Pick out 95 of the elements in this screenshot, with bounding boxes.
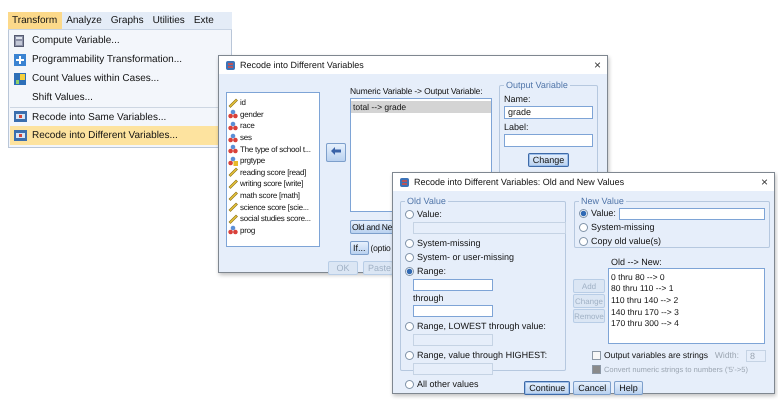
mapping-item[interactable]: 140 thru 170 --> 3	[609, 306, 764, 318]
menu-item[interactable]: Programmability Transformation...	[10, 50, 230, 69]
count-icon	[14, 72, 26, 84]
radio-button[interactable]	[405, 267, 414, 276]
variable-item[interactable]: prgtype	[227, 154, 319, 167]
dialog-button[interactable]: Cancel	[573, 381, 612, 395]
radio-button[interactable]	[405, 239, 414, 248]
calculator-icon	[14, 34, 24, 46]
change-button[interactable]: Change	[528, 153, 570, 167]
option-label: Value:	[591, 208, 616, 219]
variable-item[interactable]: prog	[227, 224, 319, 236]
mapping-item[interactable]: 110 thru 140 --> 2	[609, 294, 764, 306]
arrow-left-icon	[331, 147, 341, 155]
app-icon	[225, 60, 236, 70]
recode-icon	[14, 111, 27, 122]
menu-bar-item[interactable]: Transform	[8, 12, 62, 29]
variable-item[interactable]: ses	[227, 132, 319, 144]
group-title: Output Variable	[504, 80, 570, 91]
target-item[interactable]: total --> grade	[351, 101, 491, 113]
option-label: Range, value through HIGHEST:	[417, 350, 548, 361]
mapping-list[interactable]: 0 thru 80 --> 0 80 thru 110 --> 1 110 thru 140 --> 2 140 thru 170 --> 3 170 thru 300 --> 4	[608, 268, 765, 344]
recode-icon	[14, 130, 27, 140]
radio-button[interactable]	[405, 210, 414, 219]
radio-button[interactable]	[405, 351, 414, 360]
group-title: New Value	[579, 196, 626, 207]
window-title: Recode into Different Variables	[240, 60, 365, 70]
balls-string-icon	[228, 156, 238, 166]
option-label: All other values	[417, 379, 479, 390]
ruler-icon	[228, 178, 238, 189]
radio-button[interactable]	[579, 223, 588, 232]
group-title: Old Value	[405, 196, 448, 207]
new-value-field[interactable]	[618, 208, 765, 220]
balls-icon	[228, 144, 238, 154]
dialog-button[interactable]: Continue	[524, 381, 570, 395]
menu-bar-item[interactable]: Analyze	[62, 12, 107, 29]
value-field[interactable]	[413, 305, 493, 317]
dialog-button[interactable]: Help	[614, 381, 643, 395]
through-label: through	[413, 293, 445, 304]
name-field[interactable]: grade	[504, 106, 593, 119]
balls-icon	[228, 132, 238, 143]
label-label: Label:	[504, 122, 530, 133]
variable-item[interactable]: The type of school t...	[227, 143, 319, 155]
option-label: Copy old value(s)	[591, 236, 662, 247]
radio-button[interactable]	[405, 322, 414, 331]
radio-button[interactable]	[405, 253, 414, 262]
ruler-icon	[228, 98, 238, 108]
variable-item[interactable]: race	[227, 120, 319, 132]
ruler-icon	[228, 202, 238, 212]
radio-button[interactable]	[579, 237, 588, 246]
menu-bar-item[interactable]: Utilities	[148, 12, 190, 29]
variable-item[interactable]: math score [math]	[227, 190, 319, 202]
variable-item[interactable]: social studies score...	[227, 212, 319, 225]
value-field[interactable]	[413, 279, 493, 291]
variable-item[interactable]: science score [scie...	[227, 201, 319, 213]
menu-bar-item[interactable]: Graphs	[106, 12, 149, 29]
mapping-item[interactable]: 0 thru 80 --> 0	[609, 271, 764, 283]
option-label: System-missing	[591, 222, 655, 233]
variable-item[interactable]: id	[227, 97, 319, 109]
balls-icon	[228, 120, 238, 131]
variable-item[interactable]: gender	[227, 108, 319, 120]
variable-item[interactable]: writing score [write]	[227, 178, 319, 190]
option-label: Range:	[417, 266, 446, 277]
move-button[interactable]	[326, 142, 346, 162]
checkbox[interactable]	[592, 351, 601, 360]
variable-item[interactable]: reading score [read]	[227, 166, 319, 178]
option-label: System- or user-missing	[417, 252, 514, 263]
menu-bar-item[interactable]: Exte	[190, 12, 219, 29]
option-label: Value:	[417, 209, 442, 220]
menu-item[interactable]: Compute Variable...	[10, 31, 230, 50]
if-button[interactable]: If...	[350, 241, 369, 255]
if-hint: (optio	[370, 242, 391, 254]
app-icon	[399, 176, 410, 188]
close-button[interactable]: ×	[594, 58, 601, 72]
target-list-label: Numeric Variable -> Output Variable:	[350, 86, 484, 97]
ruler-icon	[228, 190, 238, 201]
option-label: Range, LOWEST through value:	[417, 321, 546, 332]
mapping-item[interactable]: 170 thru 300 --> 4	[609, 317, 764, 329]
width-label: Width:	[714, 350, 739, 361]
radio-button[interactable]	[579, 209, 588, 218]
list-label: Old --> New:	[610, 257, 663, 268]
checkbox-label: Output variables are strings	[604, 350, 708, 361]
balls-icon	[228, 225, 238, 236]
variable-list[interactable]: id gender race ses The type of school t... prgtype reading score [read] writing score [write] math score [math] science score [scie... social studies score... prog	[226, 92, 320, 247]
mapping-item[interactable]: 80 thru 110 --> 1	[609, 282, 764, 294]
balls-icon	[228, 109, 238, 120]
ruler-icon	[228, 167, 238, 178]
old-new-values-button[interactable]: Old and Ne	[350, 220, 394, 234]
close-button[interactable]: ×	[760, 175, 768, 189]
name-label: Name:	[504, 94, 532, 105]
menu-item[interactable]: Count Values within Cases...	[10, 69, 230, 88]
ruler-icon	[228, 214, 238, 224]
label-field[interactable]	[504, 134, 593, 147]
option-label: System-missing	[417, 238, 481, 249]
radio-button[interactable]	[405, 380, 414, 389]
plus-icon	[14, 54, 26, 66]
